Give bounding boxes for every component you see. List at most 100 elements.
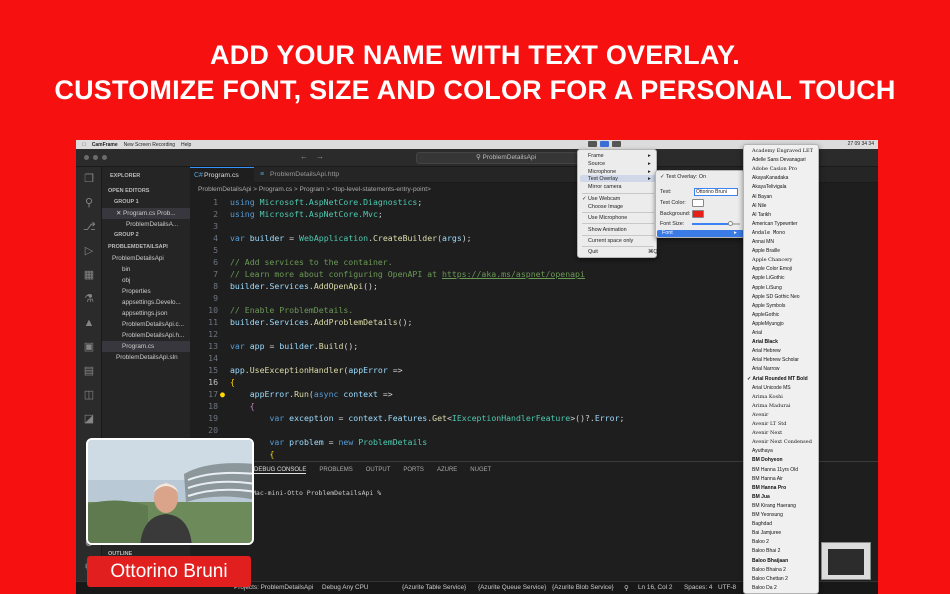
status-debug[interactable]: Debug Any CPU [322,584,369,591]
tree-item[interactable]: ProblemDetailsApi [102,253,190,264]
menu-item-current-space-only[interactable]: Current space only [588,238,633,244]
source-control-icon[interactable]: ⎇ [83,221,96,233]
tab-nuget[interactable]: NUGET [470,467,491,474]
font-list-item[interactable]: Arima Koshi [752,394,783,400]
font-list-item[interactable]: Avenir Next Condensed [752,439,812,445]
tab-output[interactable]: OUTPUT [366,467,391,474]
font-list-item[interactable]: BM Hanna 11yrs Old [752,467,798,473]
explorer-icon[interactable]: ❐ [83,173,95,185]
font-list-item[interactable]: Baloo 2 [752,539,769,545]
background-color-swatch[interactable] [692,210,704,218]
tree-item-selected[interactable]: Program.cs [102,341,190,352]
menu-item-show-animation[interactable]: Show Animation [588,227,627,233]
project-header[interactable]: PROBLEMDETAILSAPI [102,242,190,253]
menubar-item-help[interactable]: Help [181,142,191,148]
status-azurite-queue[interactable]: {Azurite Queue Service} [478,584,546,591]
font-list-item[interactable]: Avenir Next [752,430,782,436]
font-list-item[interactable]: Baghdad [752,521,772,527]
minimize-window-button[interactable] [93,155,98,160]
font-list-item[interactable]: Academy Engraved LET [752,148,813,154]
font-list-item[interactable]: Ayuthaya [752,448,773,454]
tray-icon[interactable] [612,141,621,147]
menu-item-mirror-camera[interactable]: Mirror camera [588,184,622,190]
font-list-item[interactable]: BM Hanna Air [752,476,783,482]
tab-azure[interactable]: AZURE [437,467,457,474]
font-list-item[interactable]: Baloo Da 2 [752,585,777,591]
font-list-item[interactable]: Arial [752,330,762,336]
font-list-item[interactable]: AkayaKanadaka [752,175,788,181]
font-list-item[interactable]: Avenir [752,412,768,418]
extensions-icon[interactable]: ▦ [83,269,95,281]
font-list-item[interactable]: BM Jua [752,494,770,500]
extension-panel-icon[interactable]: ◪ [83,413,95,425]
font-list-item[interactable]: Al Nile [752,203,766,209]
run-debug-icon[interactable]: ▷ [83,245,95,257]
font-list-item[interactable]: Baloo Bhai 2 [752,548,780,554]
group-1-header[interactable]: GROUP 1 [102,197,190,208]
text-color-swatch[interactable] [692,199,704,207]
font-list-item[interactable]: Adobe Caslon Pro [752,166,797,172]
status-cursor-position[interactable]: Ln 16, Col 2 [638,584,672,591]
menu-item-text-overlay[interactable]: Text Overlay ▸ [588,176,651,182]
status-encoding[interactable]: UTF-8 [718,584,736,591]
solution-explorer-icon[interactable]: ◫ [83,389,95,401]
font-list-item[interactable]: Arima Madurai [752,403,790,409]
font-list-item[interactable]: Baloo Bhaijaan [752,558,788,564]
font-list-item[interactable]: Apple Color Emoji [752,266,792,272]
font-list-item[interactable]: BM Hanna Pro [752,485,786,491]
font-list-item[interactable]: Avenir LT Std [752,421,786,427]
tab-debug-console[interactable]: DEBUG CONSOLE [254,467,307,474]
nav-arrows-icon[interactable]: ←→ [300,152,332,161]
menu-item-microphone[interactable]: Microphone ▸ [588,169,651,175]
font-list-item[interactable]: BM Kirang Haerang [752,503,796,509]
font-list-item[interactable]: AppleMyungjo [752,321,784,327]
font-list-item[interactable]: ✓ Arial Rounded MT Bold [747,376,808,382]
menubar-item-new-recording[interactable]: New Screen Recording [124,142,175,148]
font-list-item[interactable]: Baloo Chettan 2 [752,576,788,582]
tree-item[interactable]: appsettings.json [102,308,190,319]
tree-item[interactable]: obj [102,275,190,286]
status-azurite-blob[interactable]: {Azurite Blob Service} [552,584,614,591]
font-list-item[interactable]: Annai MN [752,239,774,245]
font-list-item[interactable]: Apple SD Gothic Neo [752,294,800,300]
search-icon[interactable]: ⚲ [83,197,95,209]
menu-item-choose-image[interactable]: Choose Image [588,204,623,210]
tree-item[interactable]: appsettings.Develo... [102,297,190,308]
font-list-item[interactable]: AkayaTelivigala [752,184,786,190]
tree-item[interactable]: ProblemDetailsApi.sln [102,352,190,363]
group-2-header[interactable]: GROUP 2 [102,230,190,241]
close-window-button[interactable] [84,155,89,160]
font-list-item[interactable]: BM Dohyeon [752,457,783,463]
open-editors-header[interactable]: OPEN EDITORS [102,186,190,197]
tree-item[interactable]: Properties [102,286,190,297]
tab-problems[interactable]: PROBLEMS [319,467,352,474]
remote-explorer-icon[interactable]: ▤ [83,365,95,377]
font-list-item[interactable]: Arial Hebrew [752,348,781,354]
menu-item-quit[interactable]: Quit ⌘Q [588,249,658,255]
tree-item[interactable]: ProblemDetailsApi.c... [102,319,190,330]
tab-http[interactable]: ≡ ProblemDetailsApi.http [256,167,356,183]
font-list-item[interactable]: Apple Chancery [752,257,792,263]
font-list-item[interactable]: Al Bayan [752,194,772,200]
status-indentation[interactable]: Spaces: 4 [684,584,712,591]
menu-item-use-webcam[interactable]: ✓ Use Webcam [582,196,620,202]
font-list-item[interactable]: BM Yeonsung [752,512,783,518]
menu-item-frame[interactable]: Frame ▸ [588,153,651,159]
font-list-item[interactable]: Bai Jamjuree [752,530,781,536]
lightbulb-icon[interactable]: ● [220,389,225,399]
font-size-slider-knob[interactable] [728,221,733,226]
font-list-item[interactable]: American Typewriter [752,221,797,227]
docker-icon[interactable]: ▣ [83,341,95,353]
menu-item-source[interactable]: Source ▸ [588,161,651,167]
zoom-window-button[interactable] [102,155,107,160]
font-list-item[interactable]: Andale Mono [752,230,785,236]
font-list-item[interactable]: Adelle Sans Devanagari [752,157,806,163]
font-list-item[interactable]: Arial Narrow [752,366,780,372]
command-center-search[interactable]: ⚲ ProblemDetailsApi [416,152,596,164]
font-list-item[interactable]: Apple Symbols [752,303,785,309]
overlay-text-input[interactable]: Ottorino Bruni [694,188,738,196]
zoom-icon[interactable]: ⚲ [624,584,629,592]
menubar-app[interactable]: CamFrame [92,142,118,148]
tree-item[interactable]: bin [102,264,190,275]
tree-item[interactable]: ProblemDetailsApi.h... [102,330,190,341]
